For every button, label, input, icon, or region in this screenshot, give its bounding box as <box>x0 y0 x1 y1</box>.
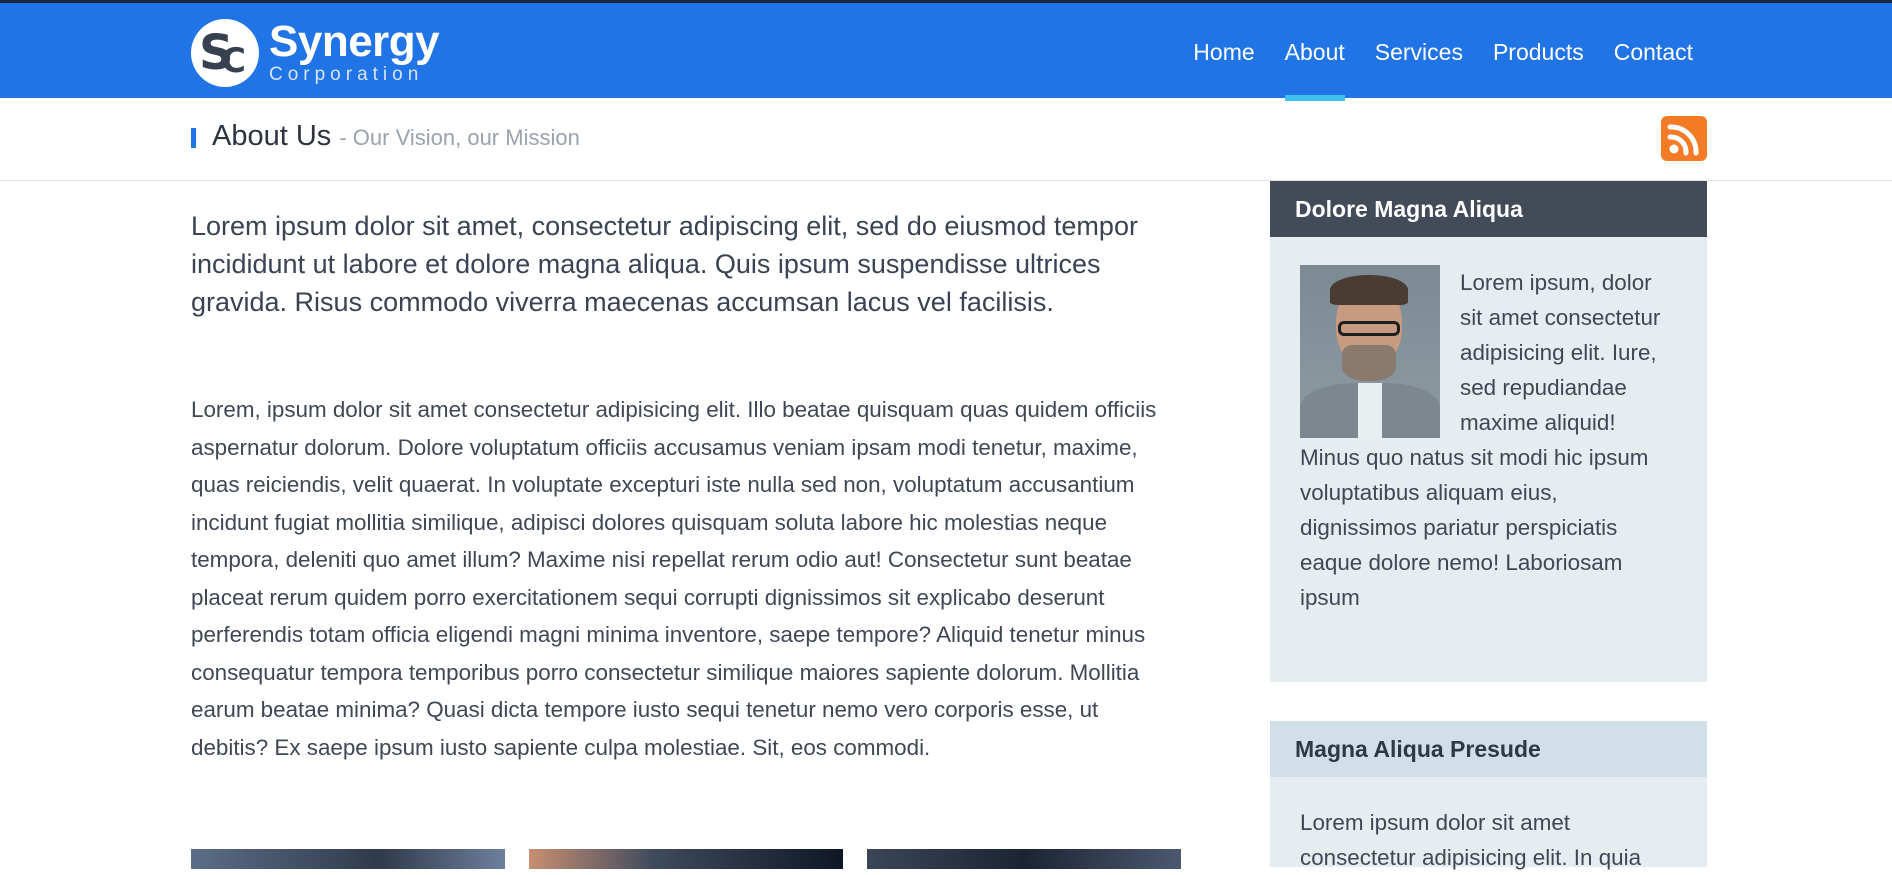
nav-about[interactable]: About <box>1270 3 1360 101</box>
gallery-image[interactable] <box>867 849 1181 869</box>
page-title-bar: About Us - Our Vision, our Mission <box>0 98 1892 181</box>
sidebar-box-profile: Dolore Magna Aliqua Lorem ipsum, dolor s… <box>1270 181 1707 682</box>
sidebar-box-text: Lorem ipsum dolor sit amet consectetur a… <box>1300 810 1642 870</box>
site-header: S C Synergy Corporation Home About Servi… <box>0 0 1892 101</box>
logo-mark-icon: S C <box>191 19 259 87</box>
sidebar-box-title: Dolore Magna Aliqua <box>1270 181 1707 237</box>
logo-text: Synergy Corporation <box>269 17 440 86</box>
title-accent <box>191 128 196 148</box>
gallery-image[interactable] <box>529 849 843 869</box>
nav-services[interactable]: Services <box>1360 3 1478 101</box>
sidebar-box-body: Lorem ipsum dolor sit amet consectetur a… <box>1270 777 1707 875</box>
nav-products[interactable]: Products <box>1478 3 1599 101</box>
nav-contact[interactable]: Contact <box>1599 3 1708 101</box>
logo[interactable]: S C Synergy Corporation <box>191 17 440 89</box>
sidebar-box-title: Magna Aliqua Presude <box>1270 721 1707 777</box>
nav-home[interactable]: Home <box>1178 3 1269 101</box>
profile-photo <box>1300 265 1440 438</box>
gallery-image[interactable] <box>191 849 505 869</box>
page-title: About Us - Our Vision, our Mission <box>212 120 580 153</box>
sidebar-box-secondary: Magna Aliqua Presude Lorem ipsum dolor s… <box>1270 721 1707 870</box>
image-gallery <box>191 849 1205 869</box>
sidebar-box-body: Lorem ipsum, dolor sit amet consectetur … <box>1270 237 1707 615</box>
logo-name: Synergy <box>269 17 440 66</box>
main-nav: Home About Services Products Contact <box>1178 3 1708 101</box>
lead-paragraph: Lorem ipsum dolor sit amet, consectetur … <box>191 211 1138 317</box>
rss-icon[interactable] <box>1661 116 1707 161</box>
body-paragraph: Lorem, ipsum dolor sit amet consectetur … <box>191 397 1157 760</box>
page-subtitle: - Our Vision, our Mission <box>339 125 580 150</box>
page-title-main: About Us <box>212 120 332 152</box>
logo-subtitle: Corporation <box>269 64 424 85</box>
